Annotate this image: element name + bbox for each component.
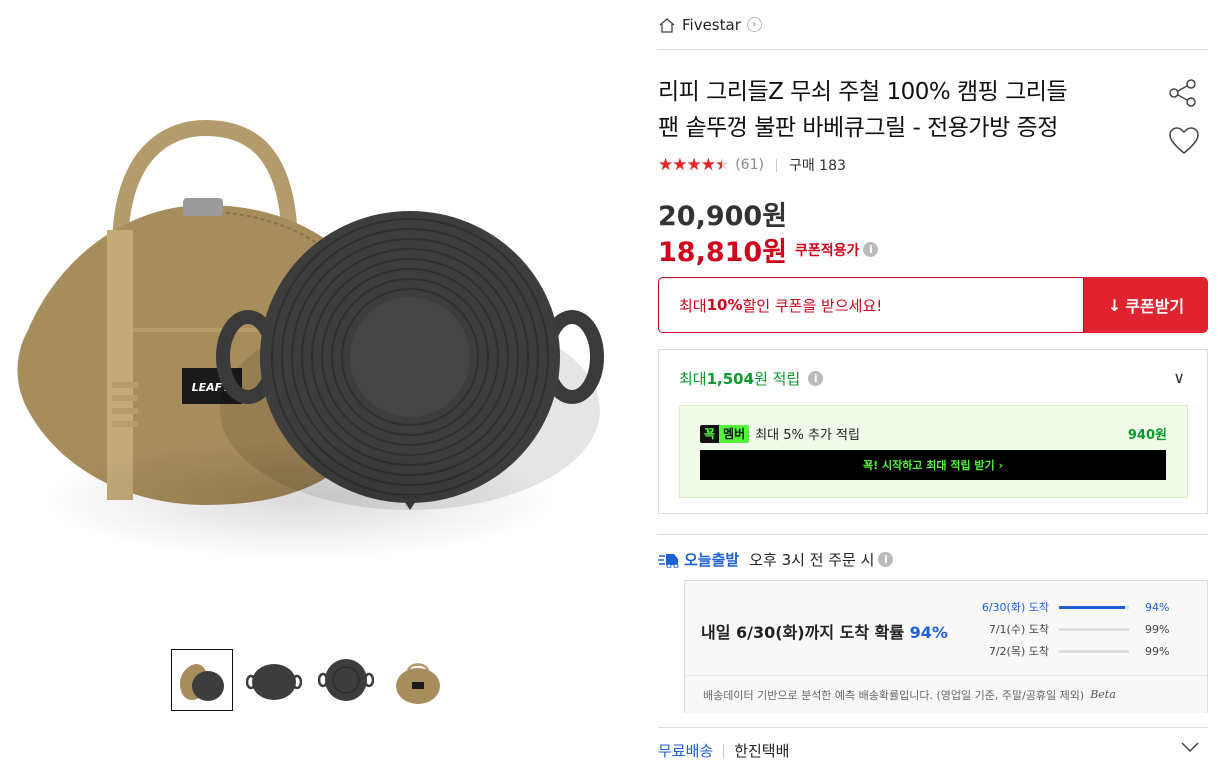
- probability-bar-fill: [1059, 649, 1129, 653]
- coupon-message-suffix: 할인 쿠폰을 받으세요!: [742, 296, 883, 315]
- thumb-pan-side-image: [246, 664, 302, 700]
- delivery-note-text: 배송데이터 기반으로 분석한 예측 배송확률입니다. (영업일 기준, 주말/공…: [703, 688, 1085, 702]
- download-icon: ↓: [1107, 295, 1122, 315]
- delivery-probability-box: 내일 6/30(화)까지 도착 확률 94% 6/30(화) 도착 94% 7/…: [684, 580, 1208, 713]
- share-icon[interactable]: [1168, 78, 1198, 108]
- fast-delivery-icon: [658, 553, 679, 568]
- product-title-line2: 팬 솥뚜껑 불판 바베큐그릴 - 전용가방 증정: [658, 115, 1058, 141]
- review-count[interactable]: (61): [735, 157, 764, 173]
- probability-date: 7/1(수) 도착: [988, 623, 1049, 636]
- coupon-message: 최대 10% 할인 쿠폰을 받으세요!: [658, 277, 1084, 333]
- coupon-banner: 최대 10% 할인 쿠폰을 받으세요! ↓ 쿠폰받기: [658, 277, 1208, 333]
- coupon-price-info-icon[interactable]: i: [863, 242, 879, 257]
- section-divider: [658, 534, 1208, 535]
- reward-info-icon[interactable]: i: [808, 371, 824, 386]
- probability-bar-fill: [1059, 627, 1129, 631]
- get-coupon-label: 쿠폰받기: [1125, 297, 1185, 316]
- today-dispatch-label: 오늘출발: [684, 551, 740, 569]
- rating-stars[interactable]: ★★★★★ ★★★★★: [658, 156, 730, 174]
- product-title-line1: 리피 그리들Z 무쇠 주철 100% 캠핑 그리들: [658, 79, 1068, 105]
- product-info-panel: Fivestar › 리피 그리들Z 무쇠 주철 100% 캠핑 그리들 팬 솥…: [658, 0, 1208, 760]
- thumb-bag-image: [396, 663, 440, 704]
- delivery-estimate-pct: 94%: [909, 623, 948, 642]
- coupon-price: 18,810원: [658, 237, 788, 268]
- membership-text: 최대 5% 추가 적립: [755, 428, 860, 443]
- membership-row: 꾝 멤버 최대 5% 추가 적립: [700, 424, 860, 443]
- thumb-bag-and-pan[interactable]: [171, 649, 233, 711]
- coupon-message-highlight: 10%: [706, 296, 743, 314]
- thumb-bag-and-pan-image: [180, 664, 224, 701]
- thumbnail-strip: [171, 649, 449, 711]
- probability-pct: 94%: [1145, 600, 1170, 614]
- membership-badge-m: 멤버: [719, 424, 750, 443]
- main-product-image: LEAFY.: [0, 0, 640, 620]
- pan-center: [350, 297, 470, 417]
- rating-separator: [775, 158, 777, 172]
- product-title: 리피 그리들Z 무쇠 주철 100% 캠핑 그리들 팬 솥뚜껑 불판 바베큐그릴…: [658, 74, 1138, 146]
- membership-badge: 꾝 멤버: [700, 424, 750, 443]
- coupon-price-row: 18,810원 쿠폰적용가 i: [658, 230, 879, 269]
- delivery-note: 배송데이터 기반으로 분석한 예측 배송확률입니다. (영업일 기준, 주말/공…: [685, 675, 1207, 713]
- home-icon: [659, 17, 675, 33]
- probability-row: 7/1(수) 도착 99%: [975, 621, 1170, 637]
- reward-suffix: 원 적립: [754, 370, 801, 388]
- reward-prefix: 최대: [679, 370, 707, 388]
- probability-row: 7/2(목) 도착 99%: [975, 643, 1170, 659]
- membership-points: 940원: [1127, 428, 1167, 443]
- original-price: 20,900원: [658, 201, 788, 232]
- probability-pct: 99%: [1145, 622, 1170, 636]
- reward-chevron-down-icon[interactable]: ∨: [1173, 368, 1185, 387]
- membership-start-button[interactable]: 꾝! 시작하고 최대 적립 받기 ›: [700, 450, 1166, 480]
- rating-row: ★★★★★ ★★★★★ (61) 구매 183: [658, 155, 846, 175]
- delivery-header: 오늘출발 오후 3시 전 주문 시 i: [658, 549, 894, 570]
- brand-breadcrumb[interactable]: Fivestar ›: [658, 0, 1208, 50]
- heart-icon[interactable]: [1168, 126, 1200, 156]
- zipper-pull: [183, 198, 223, 216]
- brand-name[interactable]: Fivestar: [682, 16, 741, 34]
- probability-bar: [1059, 605, 1129, 609]
- probability-bar-fill: [1059, 605, 1125, 609]
- beta-label: Beta: [1090, 688, 1116, 701]
- delivery-info-icon[interactable]: i: [878, 552, 894, 567]
- image-shadow: [40, 440, 560, 560]
- coupon-message-prefix: 최대: [679, 296, 707, 315]
- courier-name: 한진택배: [734, 742, 790, 760]
- probability-date: 6/30(화) 도착: [981, 601, 1049, 614]
- membership-box: 꾝 멤버 최대 5% 추가 적립 940원 꾝! 시작하고 최대 적립 받기 ›: [679, 405, 1188, 498]
- reward-summary[interactable]: 최대 1,504 원 적립 i: [679, 368, 824, 389]
- purchase-count: 구매 183: [788, 158, 846, 174]
- delivery-estimate-text: 내일 6/30(화)까지 도착 확률: [701, 623, 910, 642]
- probability-pct: 99%: [1145, 644, 1170, 658]
- probability-date: 7/2(목) 도착: [988, 645, 1049, 658]
- delivery-estimate: 내일 6/30(화)까지 도착 확률 94%: [701, 619, 948, 643]
- thumb-pan-top[interactable]: [315, 649, 377, 711]
- coupon-price-label: 쿠폰적용가: [795, 242, 860, 259]
- shipping-row[interactable]: 무료배송 한진택배: [658, 740, 1208, 761]
- rating-stars-filled: ★★★★★: [658, 156, 722, 174]
- probability-bar: [1059, 627, 1129, 631]
- thumb-pan-top-image: [318, 659, 374, 701]
- probability-row: 6/30(화) 도착 94%: [975, 599, 1170, 615]
- thumb-pan-side[interactable]: [243, 649, 305, 711]
- reward-amount: 1,504: [706, 369, 755, 388]
- dispatch-cutoff: 오후 3시 전 주문 시: [749, 551, 875, 569]
- get-coupon-button[interactable]: ↓ 쿠폰받기: [1084, 277, 1208, 333]
- thumb-bag[interactable]: [387, 649, 449, 711]
- brand-arrow-icon[interactable]: ›: [746, 17, 762, 32]
- probability-bar: [1059, 649, 1129, 653]
- shipping-chevron-down-icon[interactable]: [1180, 740, 1200, 754]
- reward-section: 최대 1,504 원 적립 i ∨ 꾝 멤버 최대 5% 추가 적립 940원 꾝…: [658, 349, 1208, 514]
- membership-badge-k: 꾝: [700, 424, 720, 443]
- free-shipping-label: 무료배송: [658, 742, 714, 760]
- section-divider: [658, 727, 1208, 728]
- shipping-separator: [723, 743, 725, 758]
